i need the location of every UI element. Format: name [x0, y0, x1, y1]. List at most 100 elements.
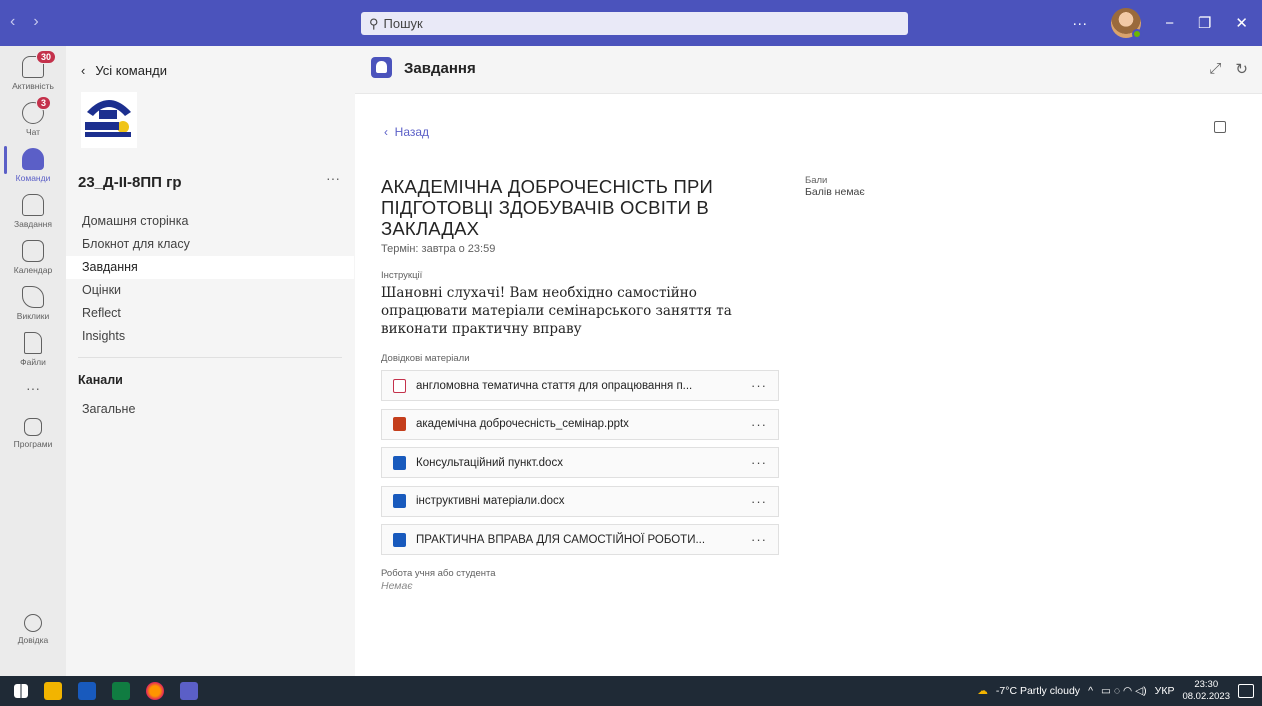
- file-more-button[interactable]: ···: [751, 494, 767, 509]
- team-more-button[interactable]: ···: [326, 170, 340, 186]
- expand-icon[interactable]: ⤢: [1209, 60, 1221, 78]
- main-content: Завдання ⤢ ↻ ‹ Назад АКАДЕМІЧНА ДОБРОЧЕС…: [355, 46, 1262, 676]
- rail-item-activity[interactable]: 30 Активність: [0, 50, 66, 91]
- word-file-icon: [393, 455, 406, 470]
- avatar[interactable]: [1111, 8, 1143, 39]
- forward-arrow-icon[interactable]: ›: [33, 13, 38, 31]
- rail-item-help[interactable]: Довідка: [0, 614, 66, 645]
- rail-item-calendar[interactable]: Календар: [0, 240, 66, 275]
- instructions-label: Інструкції: [381, 270, 423, 281]
- back-label: Назад: [394, 125, 430, 139]
- file-item[interactable]: ПРАКТИЧНА ВПРАВА ДЛЯ САМОСТІЙНОЇ РОБОТИ.…: [381, 524, 779, 555]
- powerpoint-file-icon: [393, 417, 406, 431]
- immersive-reader-icon[interactable]: [1214, 121, 1226, 133]
- weather-text[interactable]: -7°C Partly cloudy: [996, 685, 1080, 697]
- points-value: Балів немає: [805, 186, 865, 198]
- bell-icon: 30: [22, 50, 57, 78]
- clock-time: 23:30: [1194, 679, 1219, 690]
- weather-icon: ☁: [977, 685, 988, 697]
- file-name: ПРАКТИЧНА ВПРАВА ДЛЯ САМОСТІЙНОЇ РОБОТИ.…: [416, 533, 706, 546]
- rail-item-files[interactable]: Файли: [0, 332, 66, 367]
- file-more-button[interactable]: ···: [751, 455, 767, 470]
- calendar-icon: [22, 240, 44, 262]
- file-more-button[interactable]: ···: [751, 378, 767, 393]
- app-rail: 30 Активність 3 Чат Команди Завдання Кал…: [0, 46, 66, 676]
- more-options-button[interactable]: ···: [1072, 15, 1087, 32]
- minimize-icon[interactable]: −: [1165, 15, 1174, 32]
- file-icon: [24, 332, 42, 354]
- chat-badge: 3: [36, 96, 52, 110]
- close-icon[interactable]: ✕: [1235, 14, 1248, 32]
- window-controls: ··· − ❐ ✕: [1072, 8, 1248, 39]
- windows-start-icon[interactable]: [14, 684, 28, 698]
- rail-label: Довідка: [17, 635, 49, 645]
- rail-item-chat[interactable]: 3 Чат: [0, 96, 66, 137]
- file-item[interactable]: англомовна тематична стаття для опрацюва…: [381, 370, 779, 401]
- presence-dot: [1132, 29, 1143, 39]
- tray-icons[interactable]: ▭ ◌ ◠ ◁): [1101, 685, 1147, 697]
- rail-item-calls[interactable]: Виклики: [0, 286, 66, 321]
- team-nav: Домашня сторінка Блокнот для класу Завда…: [66, 210, 354, 348]
- search-placeholder: Пошук: [383, 16, 423, 31]
- file-more-button[interactable]: ···: [751, 417, 767, 432]
- student-work-value: Немає: [381, 580, 413, 592]
- search-icon: ⚲: [369, 15, 379, 31]
- assignment-title: АКАДЕМІЧНА ДОБРОЧЕСНІСТЬ ПРИ ПІДГОТОВЦІ …: [381, 176, 714, 239]
- clock[interactable]: 23:30 08.02.2023: [1182, 679, 1230, 703]
- taskbar: ☁ -7°C Partly cloudy ^ ▭ ◌ ◠ ◁) УКР 23:3…: [0, 676, 1262, 706]
- chevron-up-icon[interactable]: ^: [1088, 685, 1093, 697]
- team-nav-grades[interactable]: Оцінки: [66, 279, 354, 302]
- file-item[interactable]: інструктивні матеріали.docx ···: [381, 485, 779, 517]
- team-nav-reflect[interactable]: Reflect: [66, 302, 354, 325]
- file-explorer-icon[interactable]: [44, 682, 62, 700]
- rail-item-more[interactable]: ···: [0, 380, 66, 396]
- refresh-icon[interactable]: ↻: [1235, 60, 1248, 78]
- divider: [78, 357, 342, 358]
- rail-label: Чат: [25, 127, 41, 137]
- all-teams-label: Усі команди: [95, 63, 167, 78]
- team-logo: [81, 92, 137, 148]
- channel-general[interactable]: Загальне: [82, 402, 135, 416]
- word-file-icon: [393, 494, 406, 508]
- team-nav-insights[interactable]: Insights: [66, 325, 354, 348]
- chevron-left-icon: ‹: [384, 125, 395, 139]
- file-item[interactable]: Консультаційний пункт.docx ···: [381, 447, 779, 478]
- student-work-label: Робота учня або студента: [381, 568, 496, 579]
- back-arrow-icon[interactable]: ‹: [10, 13, 15, 31]
- file-item[interactable]: академічна доброчесність_семінар.pptx ··…: [381, 408, 779, 440]
- rail-item-teams[interactable]: Команди: [0, 148, 66, 183]
- clock-date: 08.02.2023: [1182, 691, 1230, 702]
- file-more-button[interactable]: ···: [751, 532, 767, 547]
- teams-taskbar-icon[interactable]: [180, 682, 198, 700]
- excel-icon[interactable]: [112, 682, 130, 700]
- rail-label: Команди: [15, 173, 51, 183]
- search-input[interactable]: ⚲ Пошук: [361, 12, 908, 35]
- rail-item-apps[interactable]: Програми: [0, 418, 66, 449]
- assignments-app-icon: [371, 57, 392, 78]
- word-icon[interactable]: [78, 682, 96, 700]
- rail-label: Активність: [12, 81, 54, 91]
- system-tray: ☁ -7°C Partly cloudy ^ ▭ ◌ ◠ ◁) УКР 23:3…: [977, 679, 1254, 703]
- notification-icon[interactable]: [1238, 684, 1254, 698]
- team-nav-home[interactable]: Домашня сторінка: [66, 210, 354, 233]
- rail-label: Завдання: [14, 219, 52, 229]
- team-nav-notebook[interactable]: Блокнот для класу: [66, 233, 354, 256]
- apps-icon: [24, 418, 42, 436]
- team-pane: ‹ Усі команди 23_Д-ІІ-8ПП гр ··· Домашня…: [66, 46, 354, 676]
- maximize-icon[interactable]: ❐: [1198, 14, 1211, 32]
- help-icon: [24, 614, 42, 632]
- team-nav-assignments[interactable]: Завдання: [66, 256, 354, 279]
- file-name: англомовна тематична стаття для опрацюва…: [416, 379, 693, 392]
- firefox-icon[interactable]: [146, 682, 164, 700]
- all-teams-link[interactable]: ‹ Усі команди: [81, 63, 167, 78]
- taskbar-apps: [14, 682, 198, 700]
- title-bar: ‹ › ⚲ Пошук ··· − ❐ ✕: [0, 0, 1262, 46]
- rail-label: Календар: [13, 265, 53, 275]
- pdf-file-icon: [393, 378, 406, 393]
- rail-item-assignments[interactable]: Завдання: [0, 194, 66, 229]
- phone-icon: [22, 286, 44, 308]
- input-language[interactable]: УКР: [1155, 685, 1175, 697]
- back-button[interactable]: ‹ Назад: [384, 125, 429, 139]
- file-name: Консультаційний пункт.docx: [416, 456, 563, 469]
- due-date: Термін: завтра о 23:59: [381, 243, 496, 255]
